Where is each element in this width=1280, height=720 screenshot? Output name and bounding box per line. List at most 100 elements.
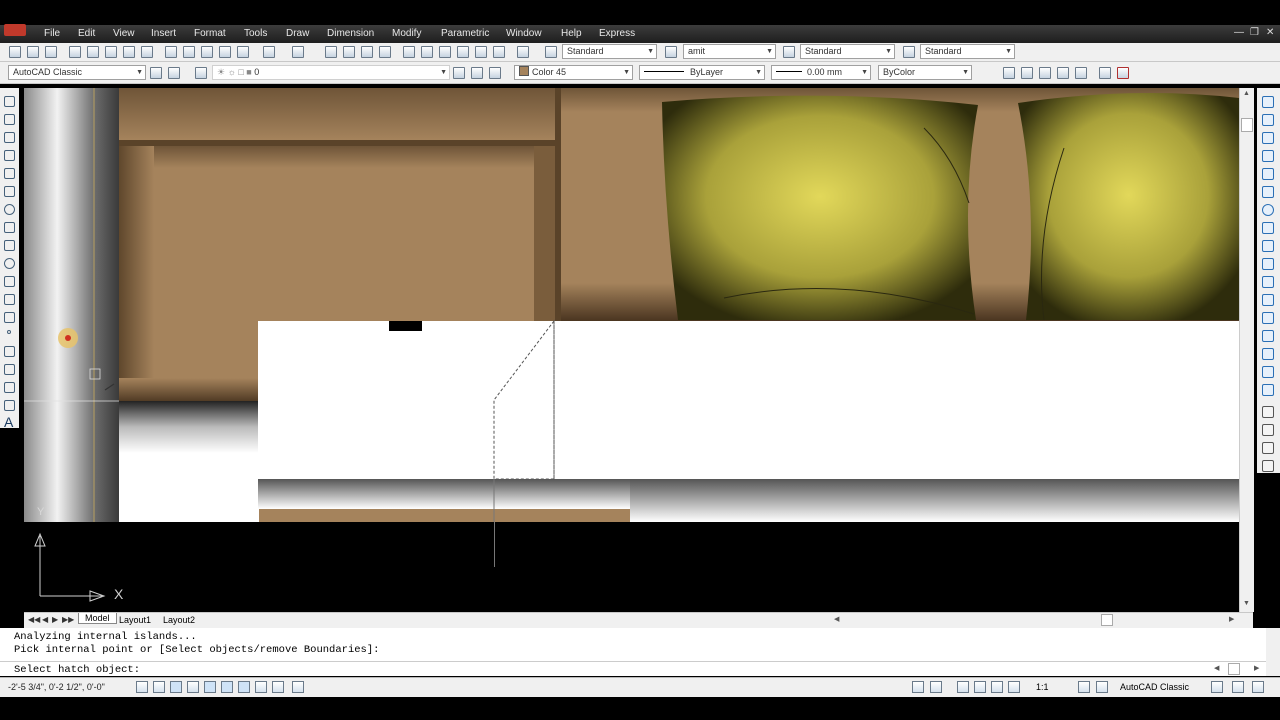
tab-nav-next-icon[interactable]: ▶: [52, 615, 58, 624]
free-orbit-icon[interactable]: [1057, 67, 1069, 79]
menu-format[interactable]: Format: [194, 28, 226, 39]
table-icon[interactable]: [4, 400, 15, 411]
infer-constraints-icon[interactable]: [136, 681, 148, 693]
quick-view-layouts-icon[interactable]: [930, 681, 942, 693]
menu-edit[interactable]: Edit: [78, 28, 95, 39]
table-style-select[interactable]: Standard ▼: [800, 44, 895, 59]
bring-above-icon[interactable]: [1262, 442, 1274, 454]
pan-status-icon[interactable]: [957, 681, 969, 693]
layer-states-icon[interactable]: [489, 67, 501, 79]
menu-help[interactable]: Help: [561, 28, 582, 39]
view-top-icon[interactable]: [1003, 67, 1015, 79]
revision-cloud-icon[interactable]: [4, 222, 15, 233]
ortho-mode-icon[interactable]: [187, 681, 199, 693]
array-icon[interactable]: [1262, 168, 1274, 180]
construction-line-icon[interactable]: [4, 114, 15, 125]
steering-wheel-icon[interactable]: [991, 681, 1003, 693]
zoom-status-icon[interactable]: [974, 681, 986, 693]
break-icon[interactable]: [1262, 312, 1274, 324]
visual-style-icon[interactable]: [1099, 67, 1111, 79]
plot-style-select[interactable]: ByColor ▼: [878, 65, 972, 80]
zoom-window-icon[interactable]: [361, 46, 373, 58]
tab-nav-prev-icon[interactable]: ◀: [42, 615, 48, 624]
stretch-icon[interactable]: [1262, 240, 1274, 252]
chamfer-icon[interactable]: [1262, 348, 1274, 360]
drawing-canvas[interactable]: [24, 88, 1239, 522]
tab-nav-first-icon[interactable]: ◀◀: [28, 615, 40, 624]
vertical-scroll-thumb[interactable]: [1241, 118, 1253, 132]
layer-manager-icon[interactable]: [195, 67, 207, 79]
autocad-logo-icon[interactable]: [4, 24, 26, 36]
3d-object-snap-icon[interactable]: [238, 681, 250, 693]
object-snap-icon[interactable]: [221, 681, 233, 693]
horizontal-scroll-thumb[interactable]: [1101, 614, 1113, 626]
spline-icon[interactable]: [4, 240, 15, 251]
text-style-select[interactable]: Standard ▼: [562, 44, 657, 59]
menu-parametric[interactable]: Parametric: [441, 28, 489, 39]
minimize-icon[interactable]: —: [1234, 27, 1244, 38]
quickcalc-icon[interactable]: [493, 46, 505, 58]
rectangle-icon[interactable]: [4, 168, 15, 179]
mirror-icon[interactable]: [1262, 132, 1274, 144]
tool-palettes-icon[interactable]: [439, 46, 451, 58]
point-icon[interactable]: [7, 330, 11, 334]
pan-icon[interactable]: [325, 46, 337, 58]
etransmit-icon[interactable]: [141, 46, 153, 58]
command-prompt[interactable]: Select hatch object:: [14, 664, 140, 676]
menu-window[interactable]: Window: [506, 28, 542, 39]
menu-modify[interactable]: Modify: [392, 28, 421, 39]
dynamic-input-icon[interactable]: [292, 681, 304, 693]
text-style-icon[interactable]: [545, 46, 557, 58]
isolate-objects-icon[interactable]: [1232, 681, 1244, 693]
scroll-left-icon[interactable]: ◀: [834, 615, 839, 623]
layer-select[interactable]: ☀ ☼ □ ■ 0 ▼: [212, 65, 450, 80]
customize-icon[interactable]: [168, 67, 180, 79]
open-icon[interactable]: [27, 46, 39, 58]
clean-screen-icon[interactable]: [1252, 681, 1264, 693]
line-icon[interactable]: [4, 96, 15, 107]
restore-icon[interactable]: ❐: [1250, 27, 1259, 38]
command-scroll-left-icon[interactable]: ◀: [1214, 664, 1219, 672]
workspace-switch[interactable]: AutoCAD Classic: [1120, 682, 1189, 692]
grid-display-icon[interactable]: [170, 681, 182, 693]
vertical-scrollbar[interactable]: ▲ ▼: [1239, 88, 1254, 612]
send-under-icon[interactable]: [1262, 460, 1274, 472]
save-icon[interactable]: [45, 46, 57, 58]
close-icon[interactable]: ✕: [1266, 27, 1274, 38]
showmotion-icon[interactable]: [1008, 681, 1020, 693]
lock-ui-icon[interactable]: [1211, 681, 1223, 693]
object-snap-tracking-icon[interactable]: [255, 681, 267, 693]
offset-icon[interactable]: [1262, 150, 1274, 162]
move-icon[interactable]: [1262, 186, 1274, 198]
match-properties-icon[interactable]: [219, 46, 231, 58]
rotate-icon[interactable]: [1262, 204, 1274, 216]
dynamic-ucs-icon[interactable]: [272, 681, 284, 693]
draw-order-front-icon[interactable]: [1262, 406, 1274, 418]
orbit-icon[interactable]: [1039, 67, 1051, 79]
auto-scale-icon[interactable]: [1096, 681, 1108, 693]
command-scrollbar[interactable]: [1266, 628, 1280, 676]
publish-icon[interactable]: [105, 46, 117, 58]
make-current-layer-icon[interactable]: [453, 67, 465, 79]
explode-icon[interactable]: [1262, 384, 1274, 396]
snap-mode-icon[interactable]: [153, 681, 165, 693]
3d-dwf-icon[interactable]: [123, 46, 135, 58]
make-block-icon[interactable]: [4, 312, 15, 323]
insert-block-icon[interactable]: [4, 294, 15, 305]
tab-layout1[interactable]: Layout1: [119, 615, 151, 625]
workspace-select[interactable]: AutoCAD Classic ▼: [8, 65, 146, 80]
redo-icon[interactable]: [292, 46, 304, 58]
annotation-visibility-icon[interactable]: [1078, 681, 1090, 693]
menu-tools[interactable]: Tools: [244, 28, 267, 39]
region-icon[interactable]: [4, 382, 15, 393]
gradient-icon[interactable]: [4, 364, 15, 375]
polar-tracking-icon[interactable]: [204, 681, 216, 693]
plot-icon[interactable]: [69, 46, 81, 58]
help-icon[interactable]: [517, 46, 529, 58]
trim-icon[interactable]: [1262, 258, 1274, 270]
paste-icon[interactable]: [201, 46, 213, 58]
join-icon[interactable]: [1262, 330, 1274, 342]
layer-previous-icon[interactable]: [471, 67, 483, 79]
coordinates-readout[interactable]: -2'-5 3/4", 0'-2 1/2", 0'-0": [8, 682, 105, 692]
menu-insert[interactable]: Insert: [151, 28, 176, 39]
